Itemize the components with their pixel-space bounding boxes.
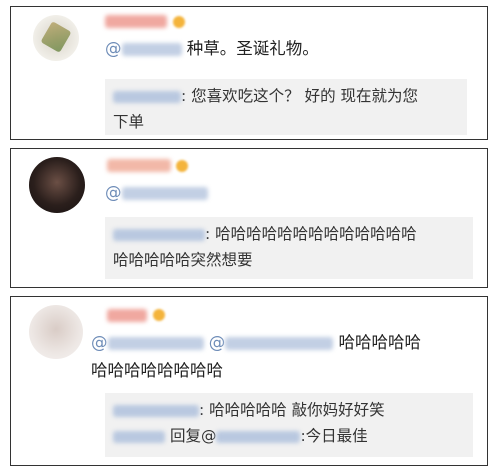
mention-blurred[interactable] [121, 187, 208, 200]
avatar[interactable] [29, 305, 83, 359]
reply-username-blurred[interactable] [113, 404, 199, 417]
comment-body: 种草。圣诞礼物。 [186, 39, 319, 58]
reply-text-line2: 哈哈哈哈哈突然想要 [113, 251, 253, 269]
comment-text: @ 种草。圣诞礼物。 [105, 37, 319, 61]
reply-text-b: :今日最佳 [300, 427, 368, 445]
reply-username-blurred[interactable] [113, 430, 165, 443]
username-blurred[interactable] [107, 159, 171, 172]
vip-badge-icon [173, 16, 185, 28]
reply-text-a: : 哈哈哈哈哈 敲你妈好好笑 [199, 401, 385, 419]
avatar[interactable] [29, 157, 85, 213]
comment-text-line1: @ @ 哈哈哈哈哈 [91, 331, 421, 355]
username-blurred[interactable] [105, 15, 167, 28]
mention-symbol[interactable]: @ [105, 39, 122, 58]
reply-text-line1: : 哈哈哈哈哈哈哈哈哈哈哈哈哈 [205, 225, 417, 243]
avatar[interactable] [33, 15, 79, 61]
comment-body-line2: 哈哈哈哈哈哈哈哈 [91, 361, 223, 380]
mention-blurred[interactable] [225, 337, 334, 350]
reply-quote: : 哈哈哈哈哈哈哈哈哈哈哈哈哈 哈哈哈哈哈突然想要 [105, 217, 473, 279]
comment-card-2: @ : 哈哈哈哈哈哈哈哈哈哈哈哈哈 哈哈哈哈哈突然想要 [10, 148, 488, 288]
mention-symbol[interactable]: @ [105, 183, 122, 202]
reply-username-blurred[interactable] [113, 90, 181, 103]
mention-blurred[interactable] [107, 337, 204, 350]
comment-card-1: @ 种草。圣诞礼物。 : 您喜欢吃这个？ 好的 现在就为您 下单 [10, 6, 488, 140]
vip-badge-icon [176, 160, 188, 172]
reply-text-line1: : 您喜欢吃这个？ 好的 现在就为您 [181, 87, 419, 105]
reply-username-blurred[interactable] [113, 228, 205, 241]
mention-blurred[interactable] [121, 43, 182, 56]
comment-text-line2: 哈哈哈哈哈哈哈哈 [91, 359, 223, 383]
comment-body-line1: 哈哈哈哈哈 [338, 333, 422, 352]
reply-prefix: 回复@ [169, 427, 217, 445]
vip-badge-icon [153, 309, 165, 321]
comment-text: @ [105, 181, 208, 205]
reply-target-blurred[interactable] [216, 430, 301, 443]
mention-symbol[interactable]: @ [91, 333, 108, 352]
reply-quote: : 哈哈哈哈哈 敲你妈好好笑 回复@ :今日最佳 [105, 393, 473, 457]
reply-text-line2: 下单 [113, 113, 145, 131]
reply-quote: : 您喜欢吃这个？ 好的 现在就为您 下单 [105, 79, 467, 135]
mention-symbol[interactable]: @ [209, 333, 226, 352]
username-blurred[interactable] [107, 309, 147, 322]
comment-card-3: @ @ 哈哈哈哈哈 哈哈哈哈哈哈哈哈 : 哈哈哈哈哈 敲你妈好好笑 回复@ :今日… [10, 296, 488, 466]
